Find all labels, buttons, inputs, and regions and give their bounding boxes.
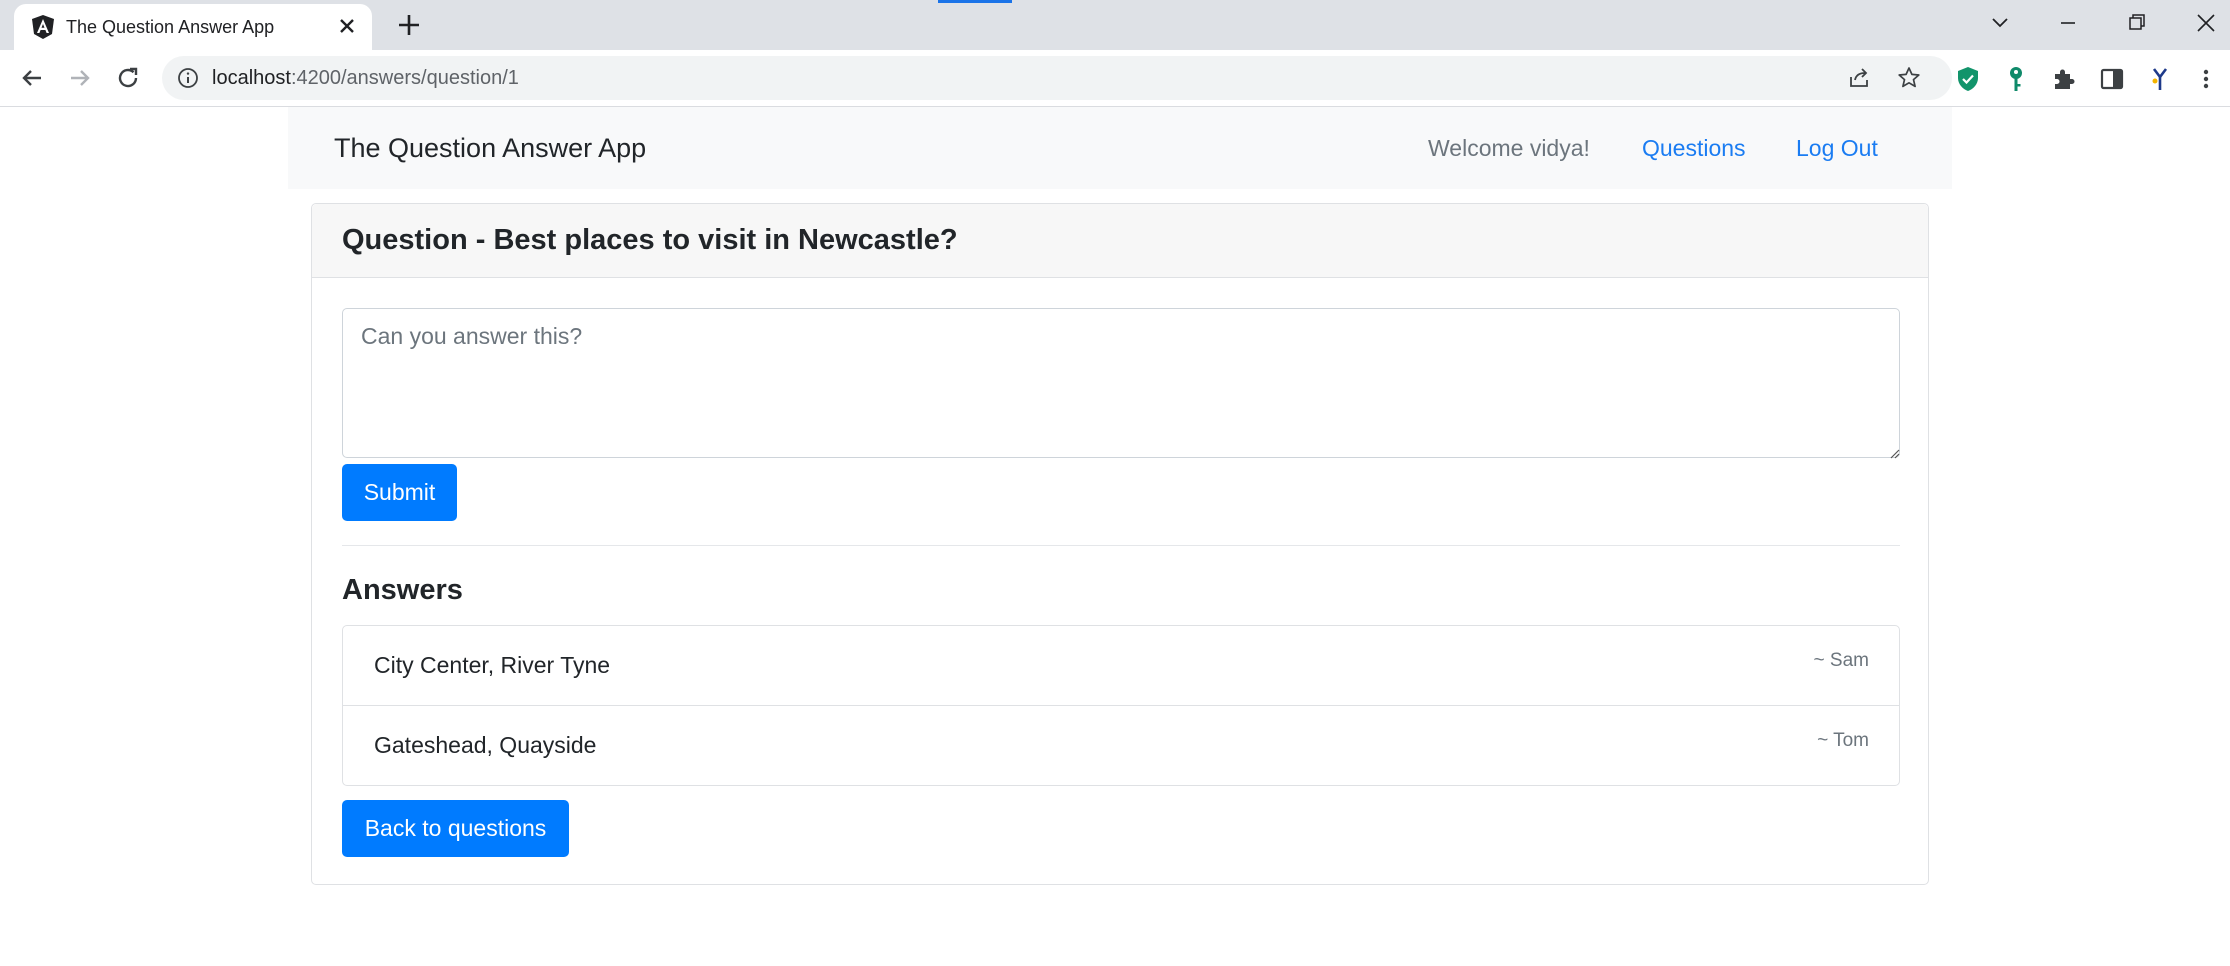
- tab-search-icon[interactable]: [1980, 6, 2020, 40]
- minimize-icon[interactable]: [2048, 6, 2088, 40]
- answer-author: ~ Sam: [1813, 650, 1869, 671]
- info-icon[interactable]: [176, 66, 200, 90]
- profile-extension-icon[interactable]: [2146, 65, 2174, 93]
- card-header: Question - Best places to visit in Newca…: [312, 204, 1928, 278]
- app-navbar: The Question Answer App Welcome vidya! Q…: [288, 107, 1952, 189]
- tab-loading-indicator: [938, 0, 1012, 3]
- back-to-questions-button[interactable]: Back to questions: [342, 800, 569, 857]
- submit-button[interactable]: Submit: [342, 464, 457, 521]
- close-icon[interactable]: [334, 13, 360, 39]
- question-card: Question - Best places to visit in Newca…: [311, 203, 1929, 885]
- nav-link-logout[interactable]: Log Out: [1796, 135, 1878, 162]
- restore-icon[interactable]: [2116, 6, 2156, 40]
- answers-heading: Answers: [342, 574, 463, 606]
- side-panel-icon[interactable]: [2098, 65, 2126, 93]
- puzzle-icon[interactable]: [2050, 65, 2078, 93]
- question-title: Question - Best places to visit in Newca…: [342, 224, 958, 256]
- nav-link-questions[interactable]: Questions: [1642, 135, 1746, 162]
- plus-icon[interactable]: [392, 8, 426, 42]
- shield-extension-icon[interactable]: [1954, 65, 1982, 93]
- reload-icon[interactable]: [110, 60, 146, 96]
- share-icon[interactable]: [1846, 65, 1872, 91]
- url-host: localhost: [212, 67, 291, 89]
- tab-title: The Question Answer App: [66, 17, 275, 37]
- key-extension-icon[interactable]: [2002, 65, 2030, 93]
- answer-text: City Center, River Tyne: [374, 652, 611, 678]
- navbar-brand[interactable]: The Question Answer App: [334, 133, 646, 164]
- url-path: :4200/answers/question/1: [290, 67, 519, 89]
- divider: [342, 545, 1900, 546]
- address-bar[interactable]: localhost:4200/answers/question/1: [162, 56, 1952, 100]
- browser-tabstrip: The Question Answer App: [0, 0, 2230, 50]
- welcome-text: Welcome vidya!: [1428, 135, 1590, 161]
- list-item: City Center, River Tyne ~ Sam: [342, 625, 1900, 706]
- answer-text: Gateshead, Quayside: [374, 732, 597, 758]
- resize-handle-icon[interactable]: [1890, 446, 1900, 459]
- answer-list: City Center, River Tyne ~ Sam Gateshead,…: [342, 625, 1900, 786]
- answer-author: ~ Tom: [1817, 730, 1869, 751]
- url-text[interactable]: localhost:4200/answers/question/1: [212, 67, 519, 90]
- list-item: Gateshead, Quayside ~ Tom: [342, 705, 1900, 786]
- angular-icon: [30, 14, 56, 40]
- browser-toolbar: localhost:4200/answers/question/1: [0, 50, 2230, 107]
- forward-arrow-icon[interactable]: [62, 60, 98, 96]
- close-window-icon[interactable]: [2186, 6, 2226, 40]
- star-icon[interactable]: [1896, 65, 1922, 91]
- browser-tab[interactable]: The Question Answer App: [14, 4, 372, 50]
- answer-textarea[interactable]: [342, 308, 1900, 458]
- more-vert-icon[interactable]: [2192, 65, 2220, 93]
- back-arrow-icon[interactable]: [14, 60, 50, 96]
